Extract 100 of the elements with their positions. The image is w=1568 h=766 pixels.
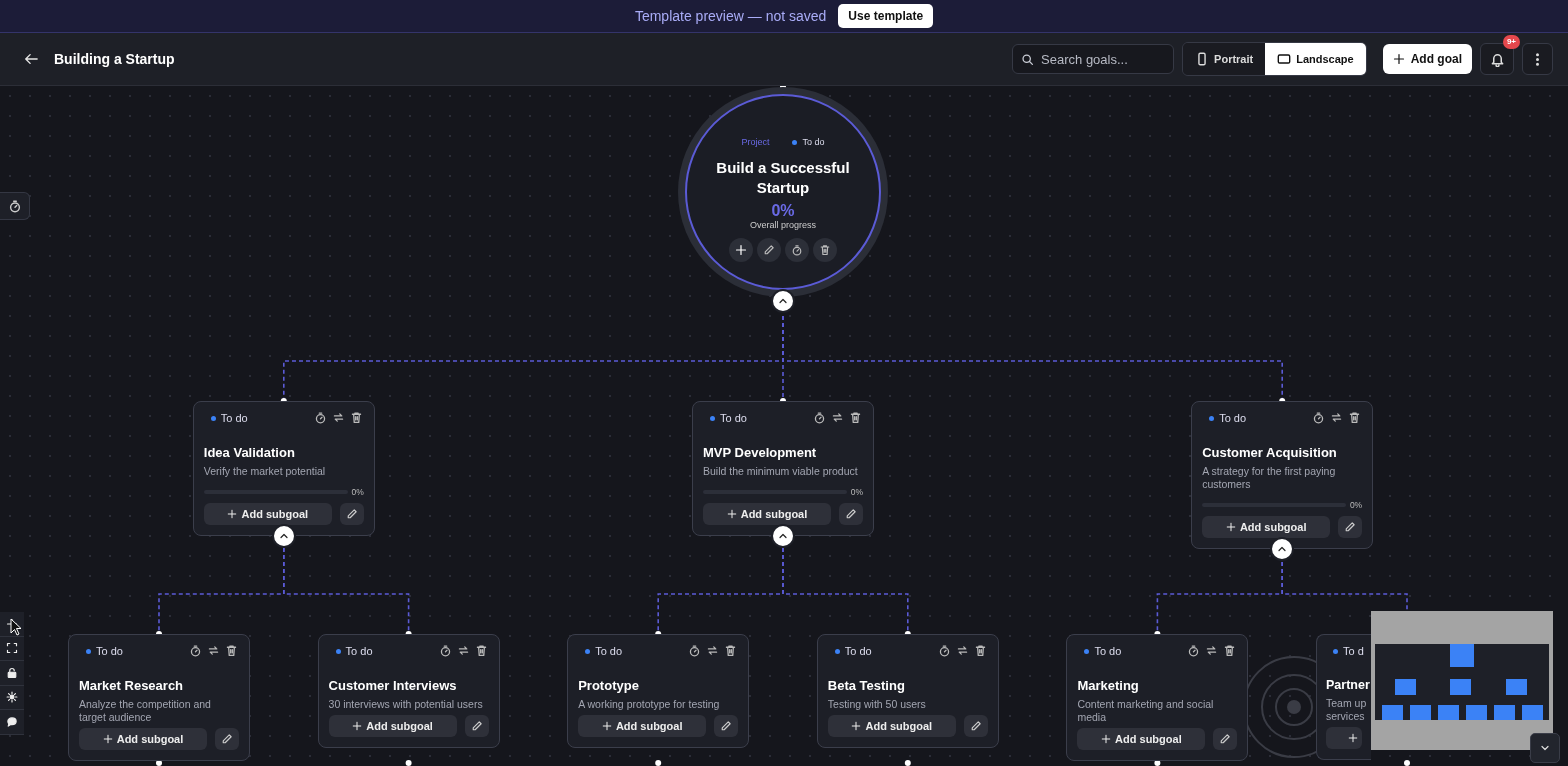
collapse-button[interactable] bbox=[771, 289, 795, 313]
goal-card[interactable]: To do Customer Acquisition A strategy for the first paying customers 0% Add subgoal bbox=[1191, 401, 1374, 549]
edit-button[interactable] bbox=[215, 728, 239, 750]
board-title: Building a Startup bbox=[54, 49, 175, 69]
progress-percent: 0% bbox=[850, 486, 863, 499]
swap-arrows-icon bbox=[331, 411, 345, 425]
add-subgoal-button[interactable]: Add subgoal bbox=[703, 502, 831, 525]
collapse-button[interactable] bbox=[771, 524, 795, 548]
orientation-tab[interactable]: Portrait bbox=[1183, 43, 1266, 75]
collapse-button[interactable] bbox=[1270, 537, 1295, 561]
add-button[interactable] bbox=[729, 237, 753, 262]
timer-button[interactable] bbox=[313, 411, 328, 426]
add-subgoal-button[interactable]: Add subgoal bbox=[578, 715, 707, 737]
add-subgoal-button[interactable] bbox=[1326, 727, 1362, 750]
rectangle-outline-icon bbox=[1277, 52, 1292, 66]
add-subgoal-button[interactable]: Add subgoal bbox=[203, 502, 332, 525]
status-label: To do bbox=[1077, 643, 1122, 660]
stopwatch-icon bbox=[1312, 411, 1326, 425]
project-node[interactable]: Project To do Build a Successful Startup 0% Overall progress bbox=[678, 87, 888, 297]
plus-icon bbox=[1392, 53, 1405, 65]
back-arrow-icon bbox=[24, 52, 38, 66]
trash-icon bbox=[1348, 411, 1362, 425]
minimap-toggle-button[interactable] bbox=[1530, 733, 1560, 763]
goal-card[interactable]: To do Idea Validation Verify the market potential 0% Add subgoal bbox=[192, 401, 375, 536]
delete-button[interactable] bbox=[349, 411, 364, 426]
minimap[interactable] bbox=[1371, 611, 1553, 750]
goal-card[interactable]: To d Partner Team up services bbox=[1316, 634, 1371, 761]
corners-icon bbox=[6, 642, 18, 655]
goal-card[interactable]: To do Beta Testing Testing with 50 users Add subgoal bbox=[816, 634, 999, 748]
edit-button[interactable] bbox=[339, 502, 364, 525]
use-template-button[interactable]: Use template bbox=[838, 4, 934, 28]
connector-handle bbox=[904, 760, 911, 766]
search-field[interactable]: Search goals... bbox=[1012, 44, 1175, 74]
progress-percent: 0% bbox=[771, 201, 795, 220]
goal-card[interactable]: To do Customer Interviews 30 interviews with potential users Add subgoal bbox=[317, 634, 500, 748]
timer-button[interactable] bbox=[438, 644, 453, 659]
add-subgoal-button[interactable]: Add subgoal bbox=[1077, 728, 1206, 750]
plus-icon bbox=[352, 721, 363, 731]
mouse-pointer-icon bbox=[10, 618, 22, 636]
plus-icon bbox=[227, 508, 238, 519]
trash-icon bbox=[1223, 644, 1237, 658]
timer-button[interactable] bbox=[0, 192, 30, 220]
stopwatch-icon bbox=[438, 644, 452, 658]
speech-bubble-icon bbox=[6, 715, 18, 728]
status-label: To do bbox=[79, 643, 123, 660]
back-button[interactable] bbox=[24, 52, 38, 66]
edit-button[interactable] bbox=[963, 715, 988, 737]
sun-icon bbox=[6, 691, 18, 704]
swap-arrows-icon bbox=[1330, 411, 1344, 425]
bell-icon bbox=[1489, 51, 1505, 67]
goal-description: A strategy for the first paying customers bbox=[1202, 465, 1337, 491]
delete-button[interactable] bbox=[474, 644, 489, 659]
delete-button[interactable] bbox=[225, 644, 239, 659]
timer-button[interactable] bbox=[189, 644, 203, 659]
add-subgoal-button[interactable]: Add subgoal bbox=[328, 715, 457, 737]
more-options-button[interactable] bbox=[1522, 43, 1553, 75]
plus-icon bbox=[1225, 521, 1236, 532]
trash-icon bbox=[819, 243, 831, 256]
edit-button[interactable] bbox=[757, 237, 781, 262]
timer-button[interactable] bbox=[813, 411, 827, 426]
edit-button[interactable] bbox=[714, 715, 739, 737]
pencil-icon bbox=[969, 720, 982, 732]
delete-button[interactable] bbox=[973, 644, 988, 659]
add-subgoal-button[interactable]: Add subgoal bbox=[1202, 515, 1331, 538]
trash-icon bbox=[849, 411, 862, 425]
edit-button[interactable] bbox=[1213, 728, 1238, 750]
status-label: To do bbox=[785, 136, 825, 150]
status-label: To do bbox=[328, 643, 373, 660]
goal-title: Customer Acquisition bbox=[1202, 443, 1338, 462]
pencil-icon bbox=[470, 720, 483, 732]
edit-button[interactable] bbox=[839, 502, 863, 525]
timer-button[interactable] bbox=[785, 237, 809, 262]
goal-description: 30 interviews with potential users bbox=[328, 698, 484, 711]
edit-button[interactable] bbox=[464, 715, 489, 737]
edit-button[interactable] bbox=[1338, 515, 1363, 538]
add-goal-button[interactable]: Add goal bbox=[1382, 44, 1472, 74]
connector-handle bbox=[405, 760, 412, 766]
add-subgoal-button[interactable]: Add subgoal bbox=[827, 715, 956, 737]
orientation-tab[interactable]: Landscape bbox=[1265, 43, 1366, 75]
plus-icon bbox=[1348, 733, 1358, 744]
delete-button[interactable] bbox=[849, 411, 863, 426]
notifications-button[interactable] bbox=[1480, 43, 1514, 75]
goal-card[interactable]: To do Prototype A working prototype for testing Add subgoal bbox=[567, 634, 750, 748]
add-subgoal-button[interactable]: Add subgoal bbox=[79, 728, 207, 750]
progress-percent: 0% bbox=[351, 486, 364, 499]
status-label: To do bbox=[578, 643, 623, 660]
goal-title: Partner bbox=[1326, 676, 1371, 694]
timer-button[interactable] bbox=[937, 644, 952, 659]
status-label: To do bbox=[203, 410, 248, 427]
goal-card[interactable]: To do MVP Development Build the minimum viable product 0% Add subgoal bbox=[692, 401, 874, 536]
swap-arrows-icon bbox=[1205, 644, 1219, 658]
goal-card[interactable]: To do Market Research Analyze the competition and target audience Add subgoal bbox=[68, 634, 250, 761]
goal-card[interactable]: To do Marketing Content marketing and social media Add subgoal bbox=[1066, 634, 1249, 761]
pencil-icon bbox=[221, 733, 233, 745]
plus-icon bbox=[851, 721, 862, 731]
delete-button[interactable] bbox=[813, 237, 837, 262]
trash-icon bbox=[973, 644, 987, 658]
goal-description: Build the minimum viable product bbox=[703, 465, 859, 478]
goal-description: Analyze the competition and target audience bbox=[79, 698, 212, 724]
goal-title: Prototype bbox=[578, 676, 640, 695]
